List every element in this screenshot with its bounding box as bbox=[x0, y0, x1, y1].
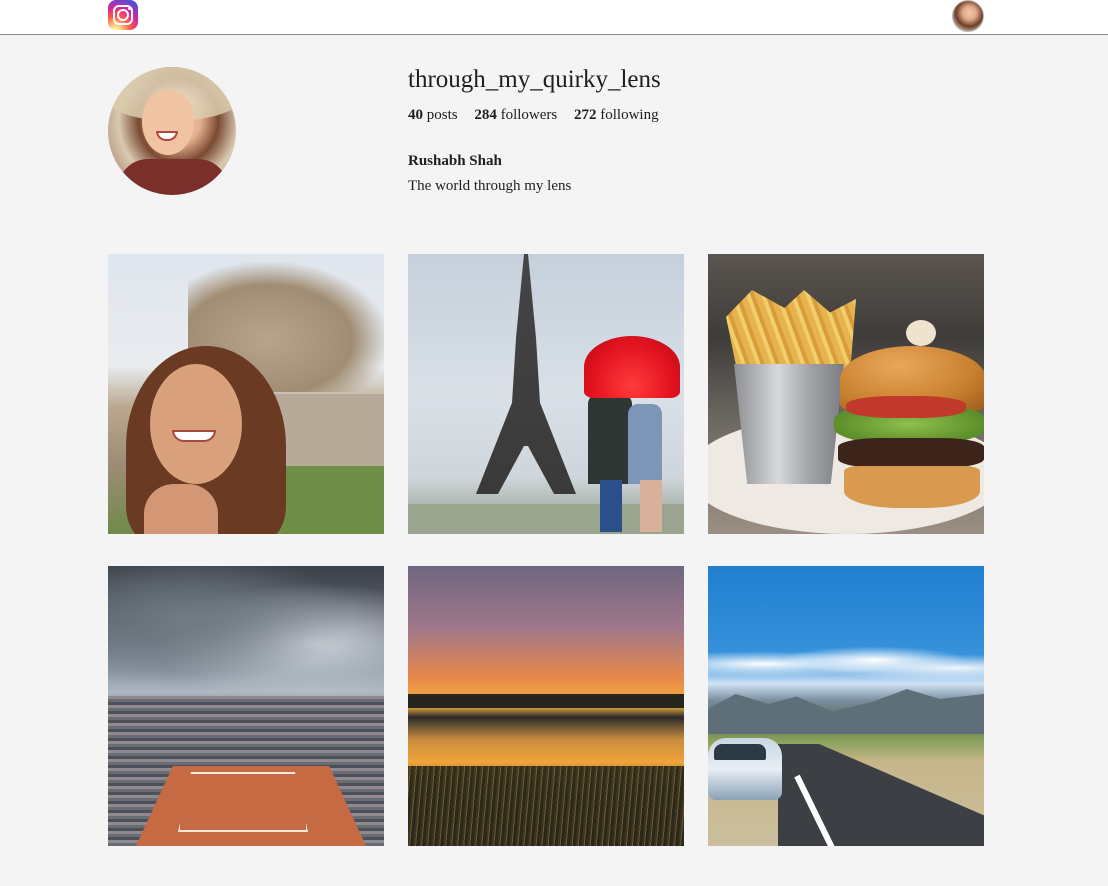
top-navigation-bar bbox=[0, 0, 1108, 35]
shoulders bbox=[144, 484, 218, 534]
following-count: 272 bbox=[574, 107, 597, 123]
person-dark-coat bbox=[588, 394, 632, 484]
legs bbox=[640, 480, 662, 532]
burger-bun-bottom bbox=[844, 466, 980, 508]
tomato bbox=[846, 396, 966, 418]
posts-stat[interactable]: 40 posts bbox=[408, 107, 458, 123]
instagram-logo-icon[interactable] bbox=[108, 0, 138, 30]
post-tile[interactable] bbox=[408, 254, 684, 534]
following-label: following bbox=[600, 107, 659, 123]
post-tile[interactable] bbox=[708, 566, 984, 846]
post-tile[interactable] bbox=[108, 254, 384, 534]
treeline bbox=[408, 694, 684, 708]
profile-picture[interactable] bbox=[108, 67, 236, 195]
logo-flash-dot bbox=[128, 7, 131, 10]
logo-lens bbox=[117, 9, 129, 21]
profile-picture-face bbox=[142, 89, 194, 155]
clouds bbox=[708, 644, 984, 684]
burger-flag bbox=[906, 320, 936, 346]
person-blue-coat bbox=[628, 404, 662, 484]
profile-bio: The world through my lens bbox=[408, 178, 572, 194]
profile-full-name: Rushabh Shah bbox=[408, 153, 502, 169]
profile-stats: 40 posts 284 followers 272 following bbox=[408, 107, 672, 124]
user-avatar-icon[interactable] bbox=[952, 0, 984, 32]
reeds bbox=[408, 766, 684, 846]
court-lines bbox=[178, 772, 308, 832]
metal-bucket bbox=[734, 364, 844, 484]
followers-label: followers bbox=[500, 107, 558, 123]
patty bbox=[838, 438, 984, 468]
posts-count: 40 bbox=[408, 107, 423, 123]
profile-username: through_my_quirky_lens bbox=[408, 66, 661, 93]
post-tile[interactable] bbox=[408, 566, 684, 846]
smile bbox=[172, 430, 216, 442]
eiffel-tower bbox=[476, 254, 576, 494]
profile-picture-shirt bbox=[118, 159, 228, 195]
following-stat[interactable]: 272 following bbox=[574, 107, 659, 123]
mountains bbox=[708, 689, 984, 734]
red-umbrella bbox=[584, 336, 680, 398]
posts-label: posts bbox=[426, 107, 458, 123]
followers-count: 284 bbox=[474, 107, 497, 123]
jeans bbox=[600, 480, 622, 532]
post-tile[interactable] bbox=[108, 566, 384, 846]
face bbox=[150, 364, 242, 484]
followers-stat[interactable]: 284 followers bbox=[474, 107, 557, 123]
car-window bbox=[714, 744, 766, 760]
storm-clouds bbox=[108, 566, 384, 696]
post-tile[interactable] bbox=[708, 254, 984, 534]
